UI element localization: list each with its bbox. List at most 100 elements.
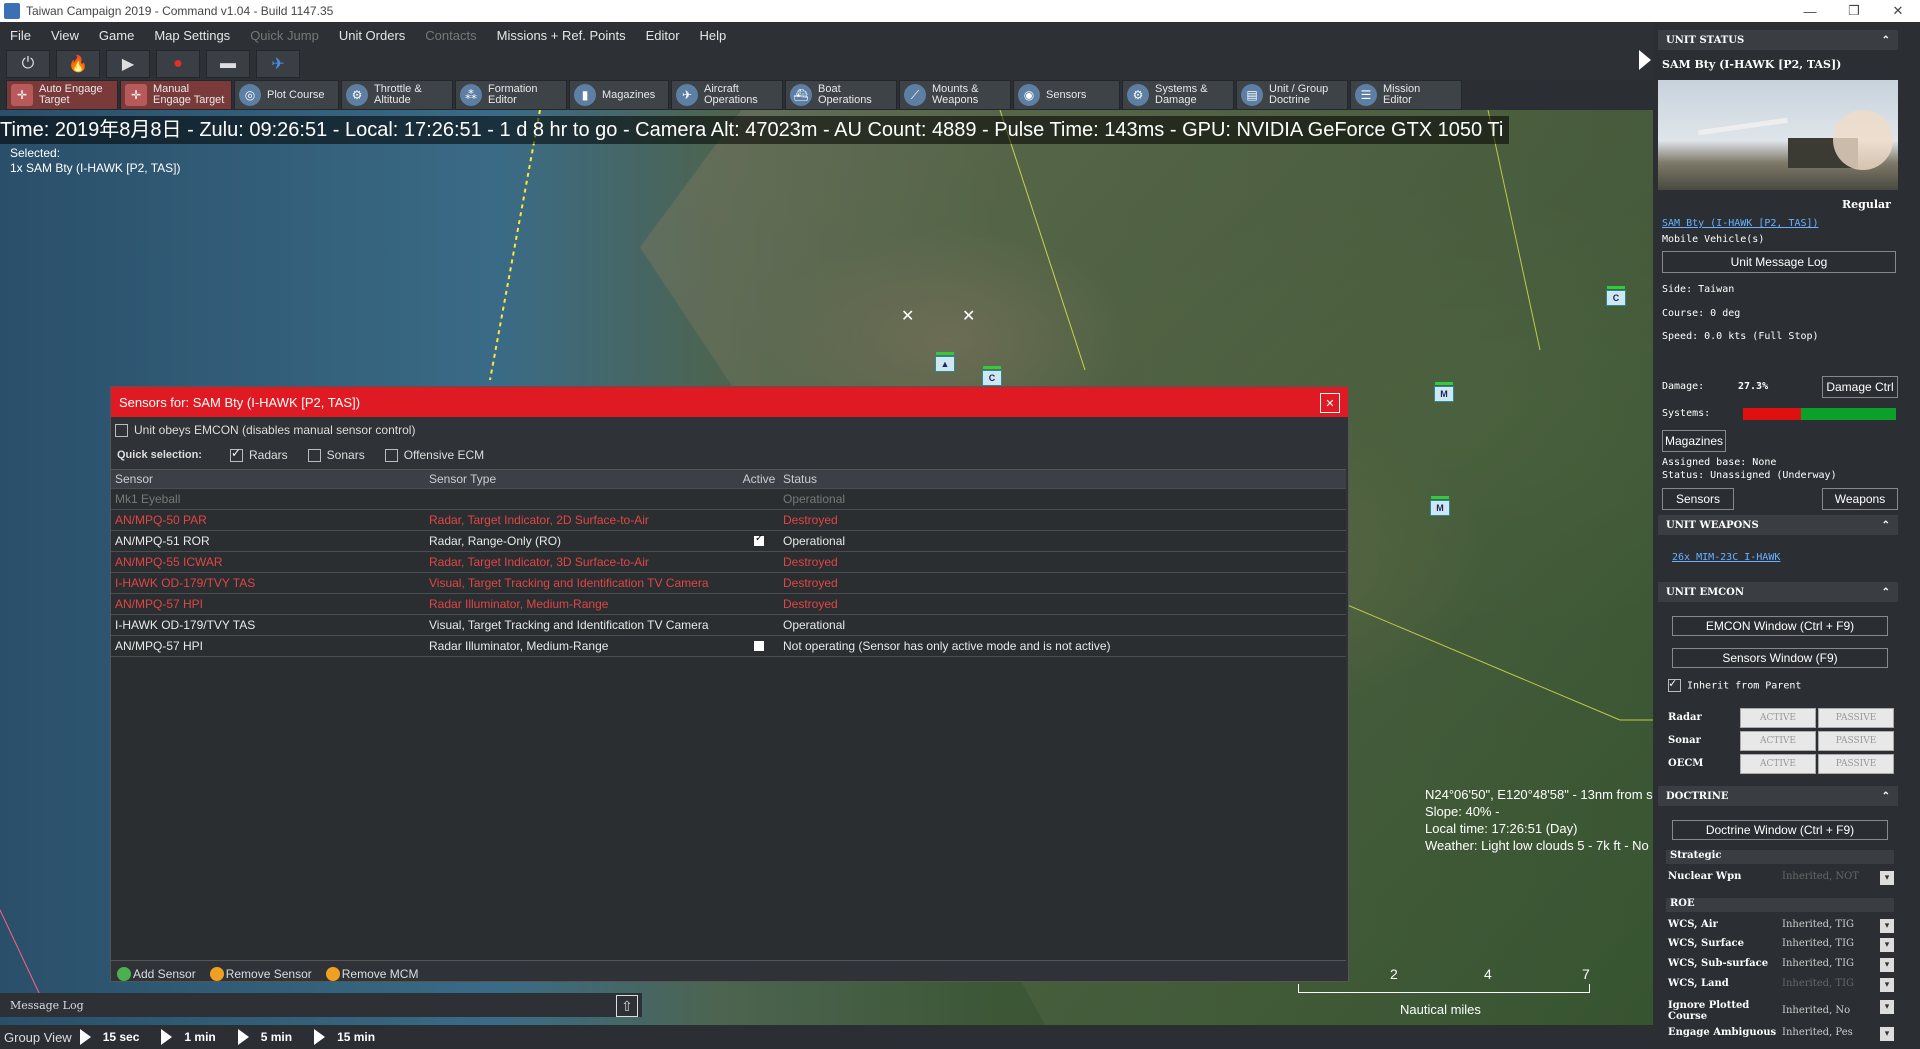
menu-quick-jump[interactable]: Quick Jump	[240, 28, 329, 43]
checkbox[interactable]	[384, 448, 398, 462]
plane-icon[interactable]: ✈	[256, 50, 300, 78]
chevron-up-icon[interactable]: ⌃	[1882, 791, 1890, 802]
table-row[interactable]: Mk1 Eyeball Operational	[111, 489, 1346, 510]
maximize-icon[interactable]: ❐	[1832, 0, 1876, 22]
column-header-type[interactable]: Sensor Type	[425, 472, 739, 486]
quick-option-sonars[interactable]: Sonars	[307, 448, 365, 462]
emcon-checkbox[interactable]	[115, 424, 128, 438]
toolbar-button-manual-engage-target[interactable]: ✛ Manual Engage Target	[120, 80, 232, 110]
menu-unit-orders[interactable]: Unit Orders	[329, 28, 415, 43]
table-row[interactable]: AN/MPQ-55 ICWAR Radar, Target Indicator, …	[111, 552, 1346, 573]
unit-c-icon[interactable]: C	[982, 366, 1002, 386]
weapons-button[interactable]: Weapons	[1822, 488, 1898, 510]
toolbar-button-unit-group-doctrine[interactable]: ▤ Unit / Group Doctrine	[1236, 80, 1348, 110]
record-icon[interactable]: ●	[156, 50, 200, 78]
doctrine-row-nuclear[interactable]: Nuclear Wpn Inherited, NOT ▾	[1668, 871, 1894, 889]
toolbar-button-formation-editor[interactable]: ⁂ Formation Editor	[455, 80, 567, 110]
toolbar-button-boat-operations[interactable]: ⛴ Boat Operations	[785, 80, 897, 110]
menu-game[interactable]: Game	[89, 28, 144, 43]
doctrine-row[interactable]: WCS, Air Inherited, TIG ▾	[1668, 919, 1894, 937]
expand-up-icon[interactable]: ⇧	[616, 995, 638, 1017]
chevron-down-icon[interactable]: ▾	[1880, 958, 1894, 972]
inherit-row[interactable]: Inherit from Parent	[1668, 676, 1801, 692]
unit-weapons-header[interactable]: UNIT WEAPONS ⌃	[1658, 515, 1898, 535]
time-step-button[interactable]: 15 sec	[79, 1029, 139, 1045]
clock-icon[interactable]: ⏻	[6, 50, 50, 78]
emcon-checkbox-row[interactable]: Unit obeys EMCON (disables manual sensor…	[115, 423, 1348, 441]
close-icon[interactable]: ✕	[1876, 0, 1920, 22]
active-checkbox[interactable]	[754, 533, 764, 546]
chevron-down-icon[interactable]: ▾	[1880, 871, 1894, 885]
unit-class-link[interactable]: SAM Bty (I-HAWK [P2, TAS])	[1662, 218, 1819, 229]
toolbar-button-auto-engage-target[interactable]: ✛ Auto Engage Target	[6, 80, 118, 110]
group-view-label[interactable]: Group View	[4, 1030, 72, 1045]
emcon-window-button[interactable]: EMCON Window (Ctrl + F9)	[1672, 616, 1888, 636]
doctrine-row[interactable]: Ignore Plotted Course Inherited, No ▾	[1668, 1000, 1894, 1022]
emcon-active-button[interactable]: ACTIVE	[1740, 754, 1816, 774]
doctrine-row[interactable]: WCS, Surface Inherited, TIG ▾	[1668, 938, 1894, 956]
emcon-active-button[interactable]: ACTIVE	[1740, 731, 1816, 751]
collapse-arrow-icon[interactable]	[1639, 50, 1651, 70]
unit-c-icon[interactable]: C	[1606, 286, 1626, 306]
inherit-checkbox[interactable]	[1668, 676, 1681, 692]
toolbar-button-systems-damage[interactable]: ⚙ Systems & Damage	[1122, 80, 1234, 110]
column-header-status[interactable]: Status	[779, 472, 817, 486]
menu-view[interactable]: View	[41, 28, 89, 43]
doctrine-header[interactable]: DOCTRINE ⌃	[1658, 786, 1898, 806]
bridge-icon[interactable]: ▬	[206, 50, 250, 78]
toolbar-button-mounts-weapons[interactable]: ⟋ Mounts & Weapons	[899, 80, 1011, 110]
unit-m-icon[interactable]: M	[1434, 382, 1454, 402]
checkbox[interactable]	[229, 446, 243, 462]
doctrine-window-button[interactable]: Doctrine Window (Ctrl + F9)	[1672, 820, 1888, 840]
sensors-window-button[interactable]: Sensors Window (F9)	[1672, 648, 1888, 668]
chevron-up-icon[interactable]: ⌃	[1882, 35, 1890, 46]
damage-ctrl-button[interactable]: Damage Ctrl	[1822, 376, 1898, 398]
checkbox[interactable]	[307, 448, 321, 462]
selected-unit-icon[interactable]: ▲	[935, 352, 955, 372]
table-row[interactable]: AN/MPQ-57 HPI Radar Illuminator, Medium-R…	[111, 636, 1346, 657]
chevron-down-icon[interactable]: ▾	[1880, 938, 1894, 952]
toolbar-button-mission-editor[interactable]: ☰ Mission Editor	[1350, 80, 1462, 110]
time-step-button[interactable]: 15 min	[314, 1029, 375, 1045]
toolbar-button-plot-course[interactable]: ◎ Plot Course	[234, 80, 339, 110]
emcon-passive-button[interactable]: PASSIVE	[1818, 708, 1894, 728]
dialog-title-bar[interactable]: Sensors for: SAM Bty (I-HAWK [P2, TAS]) …	[111, 387, 1348, 417]
quick-option-offensive-ecm[interactable]: Offensive ECM	[384, 448, 484, 462]
unit-m-icon[interactable]: M	[1430, 496, 1450, 516]
menu-editor[interactable]: Editor	[636, 28, 690, 43]
table-row[interactable]: I-HAWK OD-179/TVY TAS Visual, Target Trac…	[111, 615, 1346, 636]
table-row[interactable]: AN/MPQ-51 ROR Radar, Range-Only (RO) Opera…	[111, 531, 1346, 552]
weapon-link[interactable]: 26x MIM-23C I-HAWK	[1672, 552, 1780, 563]
time-step-button[interactable]: 5 min	[237, 1029, 292, 1045]
table-row[interactable]: AN/MPQ-50 PAR Radar, Target Indicator, 2D…	[111, 510, 1346, 531]
magazines-button[interactable]: Magazines	[1662, 430, 1726, 452]
quick-option-radars[interactable]: Radars	[229, 446, 288, 462]
close-icon[interactable]: ✕	[1320, 393, 1340, 413]
remove-sensor-button[interactable]: Remove Sensor	[209, 967, 312, 981]
emcon-active-button[interactable]: ACTIVE	[1740, 708, 1816, 728]
unit-emcon-header[interactable]: UNIT EMCON ⌃	[1658, 582, 1898, 602]
table-row[interactable]: AN/MPQ-57 HPI Radar Illuminator, Medium-R…	[111, 594, 1346, 615]
menu-contacts[interactable]: Contacts	[415, 28, 486, 43]
menu-file[interactable]: File	[0, 28, 41, 43]
chevron-up-icon[interactable]: ⌃	[1882, 520, 1890, 531]
doctrine-row[interactable]: Engage Ambiguous Inherited, Pes ▾	[1668, 1027, 1894, 1045]
minimize-icon[interactable]: —	[1788, 0, 1832, 22]
add-sensor-button[interactable]: Add Sensor	[117, 967, 196, 981]
column-header-active[interactable]: Active	[739, 472, 779, 486]
unit-status-header[interactable]: UNIT STATUS ⌃	[1658, 30, 1898, 50]
menu-missions-ref-points[interactable]: Missions + Ref. Points	[487, 28, 636, 43]
active-checkbox[interactable]	[754, 641, 764, 651]
doctrine-row[interactable]: WCS, Sub-surface Inherited, TIG ▾	[1668, 958, 1894, 976]
unit-message-log-button[interactable]: Unit Message Log	[1662, 251, 1896, 273]
fire-icon[interactable]: 🔥	[56, 50, 100, 78]
toolbar-button-sensors[interactable]: ◉ Sensors	[1013, 80, 1120, 110]
time-step-button[interactable]: 1 min	[161, 1029, 216, 1045]
chevron-down-icon[interactable]: ▾	[1880, 1000, 1894, 1014]
chevron-down-icon[interactable]: ▾	[1880, 978, 1894, 992]
sensors-button[interactable]: Sensors	[1662, 488, 1734, 510]
table-row[interactable]: I-HAWK OD-179/TVY TAS Visual, Target Trac…	[111, 573, 1346, 594]
toolbar-button-throttle-altitude[interactable]: ⚙ Throttle & Altitude	[341, 80, 453, 110]
toolbar-button-magazines[interactable]: ▮ Magazines	[569, 80, 669, 110]
emcon-passive-button[interactable]: PASSIVE	[1818, 731, 1894, 751]
